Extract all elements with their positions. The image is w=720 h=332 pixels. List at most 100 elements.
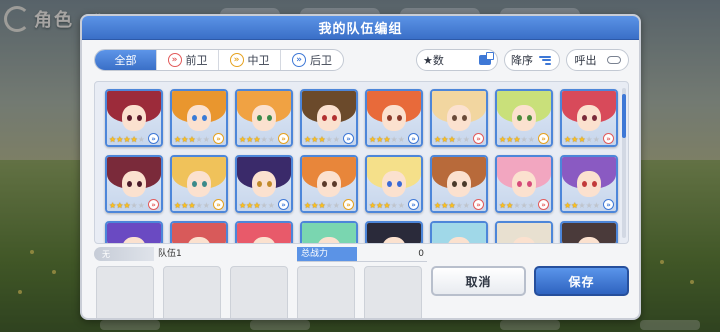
star-icon: ★	[332, 201, 340, 210]
character-card[interactable]: ★★★★★»	[430, 155, 488, 213]
sort-order-button[interactable]: 降序	[504, 49, 560, 71]
character-card[interactable]: ★★★★★»	[170, 155, 228, 213]
tab-label: 前卫	[185, 54, 208, 67]
star-icon: ★	[195, 135, 203, 144]
character-card[interactable]: ★★★★★»	[560, 89, 618, 147]
star-icon: ★	[188, 135, 196, 144]
role-back-icon: »	[408, 133, 419, 144]
portrait-face	[122, 105, 146, 131]
role-back-icon: »	[148, 133, 159, 144]
star-rating: ★ ★ ★ ★ ★	[174, 202, 210, 210]
star-icon: ★	[137, 135, 145, 144]
portrait-eye	[387, 181, 392, 187]
party-slot-5[interactable]	[364, 266, 422, 318]
character-card[interactable]: ★★★★★»	[495, 221, 553, 243]
star-rating: ★ ★ ★ ★ ★	[239, 136, 275, 144]
character-card[interactable]: ★★★★★»	[300, 89, 358, 147]
list-scrollbar[interactable]	[622, 88, 626, 238]
portrait-face	[252, 105, 276, 131]
character-card[interactable]: ★★★★★»	[365, 89, 423, 147]
portrait-face	[577, 105, 601, 131]
portrait-eye	[202, 115, 207, 121]
save-button[interactable]: 保存	[534, 266, 629, 296]
star-icon: ★	[397, 201, 405, 210]
filter-toolbar: 全部 » 前卫 » 中卫 » 后卫 ★数 降序 呼出	[94, 49, 629, 73]
character-card[interactable]: ★★★★★»	[495, 89, 553, 147]
character-list[interactable]: ★ ★ ★ ★ ★» ★ ★ ★ ★ ★» ★ ★ ★ ★ ★» ★ ★ ★ ★ ★» ★ ★ ★ ★ ★» ★ ★ ★ ★ ★» ★ ★ ★ ★…	[94, 81, 629, 244]
character-card[interactable]: ★★★★★»	[235, 155, 293, 213]
tab-mid[interactable]: » 中卫	[219, 50, 281, 70]
star-icon: ★	[318, 135, 326, 144]
portrait-face	[512, 105, 536, 131]
character-card[interactable]: ★★★★★»	[235, 89, 293, 147]
role-mid-icon: »	[229, 53, 244, 67]
character-card[interactable]: ★★★★★»	[495, 155, 553, 213]
character-portrait	[237, 223, 291, 243]
portrait-eye	[517, 115, 522, 121]
portrait-face	[252, 171, 276, 197]
star-icon: ★	[260, 201, 268, 210]
star-icon: ★	[520, 201, 528, 210]
character-card[interactable]: ★★★★★»	[300, 155, 358, 213]
portrait-eye	[527, 115, 532, 121]
character-card[interactable]: ★★★★★»	[430, 221, 488, 243]
character-portrait	[562, 223, 616, 243]
tab-all[interactable]: 全部	[95, 50, 157, 70]
character-grid: ★ ★ ★ ★ ★» ★ ★ ★ ★ ★» ★ ★ ★ ★ ★» ★ ★ ★ ★ ★» ★ ★ ★ ★ ★» ★ ★ ★ ★ ★» ★ ★ ★ ★…	[105, 89, 618, 243]
portrait-face	[317, 171, 341, 197]
character-portrait	[367, 223, 421, 243]
character-card[interactable]: ★★★★★»	[105, 89, 163, 147]
role-back-icon: »	[292, 53, 306, 67]
character-card[interactable]: ★★★★★»	[170, 89, 228, 147]
role-front-icon: »	[473, 199, 484, 210]
star-icon: ★	[571, 201, 579, 210]
star-icon: ★	[578, 135, 586, 144]
call-out-button[interactable]: 呼出	[566, 49, 629, 71]
star-rating: ★ ★ ★ ★ ★	[434, 202, 470, 210]
cancel-button[interactable]: 取消	[431, 266, 526, 296]
character-card[interactable]: ★★★★★»	[365, 155, 423, 213]
portrait-eye	[397, 181, 402, 187]
character-card[interactable]: ★★★★★»	[170, 221, 228, 243]
star-icon: ★	[202, 201, 210, 210]
role-front-icon: »	[473, 133, 484, 144]
character-card[interactable]: ★★★★★»	[560, 221, 618, 243]
scrollbar-thumb[interactable]	[622, 94, 626, 138]
star-icon: ★	[318, 201, 326, 210]
star-rating: ★ ★ ★ ★ ★	[109, 202, 145, 210]
party-slot-4[interactable]	[297, 266, 355, 318]
role-front-icon: »	[167, 53, 182, 67]
portrait-eye	[257, 181, 262, 187]
character-card[interactable]: ★★★★★»	[365, 221, 423, 243]
party-slot-1[interactable]	[96, 266, 154, 318]
character-portrait	[432, 223, 486, 243]
character-card[interactable]: ★★★★★»	[560, 155, 618, 213]
role-front-icon: »	[603, 133, 614, 144]
star-icon: ★	[137, 201, 145, 210]
portrait-eye	[397, 115, 402, 121]
character-card[interactable]: ★★★★★»	[430, 89, 488, 147]
role-front-icon: »	[538, 199, 549, 210]
star-icon: ★	[592, 135, 600, 144]
party-slot-2[interactable]	[163, 266, 221, 318]
tab-front[interactable]: » 前卫	[157, 50, 219, 70]
portrait-eye	[592, 181, 597, 187]
portrait-eye	[127, 115, 132, 121]
portrait-face	[382, 171, 406, 197]
portrait-face	[187, 171, 211, 197]
portrait-eye	[332, 115, 337, 121]
portrait-eye	[517, 181, 522, 187]
tab-back[interactable]: » 后卫	[281, 50, 343, 70]
character-card[interactable]: ★★★★★»	[300, 221, 358, 243]
party-slot-3[interactable]	[230, 266, 288, 318]
role-back-icon: »	[343, 133, 354, 144]
total-power-value: 0	[418, 249, 424, 259]
portrait-eye	[582, 181, 587, 187]
character-card[interactable]: ★★★★★»	[105, 221, 163, 243]
character-card[interactable]: ★★★★★»	[235, 221, 293, 243]
character-card[interactable]: ★★★★★»	[105, 155, 163, 213]
portrait-eye	[462, 115, 467, 121]
role-mid-icon: »	[213, 133, 224, 144]
sort-field-button[interactable]: ★数	[416, 49, 498, 71]
tab-label: 后卫	[310, 54, 332, 67]
